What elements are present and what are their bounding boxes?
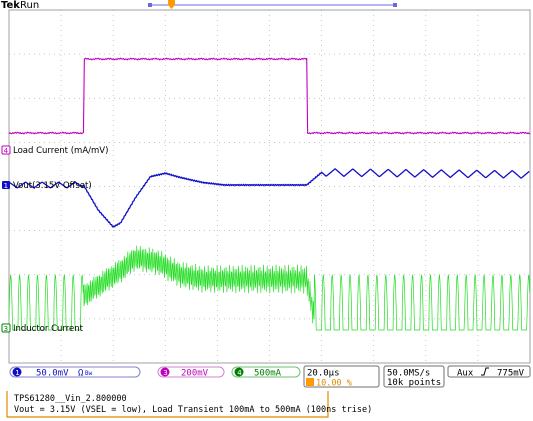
sample-rate: 50.0MS/s [387, 369, 430, 379]
horizontal-scale: 20.0µs [307, 369, 340, 379]
acquisition-state: Run [20, 0, 39, 11]
oscilloscope-display: Tek Run T 4 Load Current (mA/mV) 1 Vout(… [1, 0, 531, 418]
note-line-1: TPS61280__Vin_2.800000 [14, 394, 127, 404]
ch3-label-group: 4 Load Current (mA/mV) [1, 145, 108, 156]
record-view-left-bracket [148, 3, 152, 7]
record-view-right-bracket [393, 3, 397, 7]
ch3-marker-number: 4 [4, 147, 9, 155]
ch3-readout: 3 200mV [157, 366, 225, 379]
vout-label: Vout(3.15V Offset) [13, 181, 92, 191]
note-box: TPS61280__Vin_2.800000 Vout = 3.15V (VSE… [6, 391, 372, 418]
ch1-coupling-symbol: Ω [78, 369, 84, 379]
acquisition-readout: 50.0MS/s 10k points [383, 365, 445, 388]
timebase-readout: 20.0µs 10.00 % [303, 365, 380, 389]
load-current-label: Load Current (mA/mV) [13, 146, 108, 156]
ch3-scale: 200mV [181, 369, 209, 379]
ch1-readout-number: 1 [15, 369, 19, 377]
ch4-scale: 500mA [254, 369, 282, 379]
ch1-scale: 50.0mV [36, 369, 69, 379]
trigger-source: Aux [457, 369, 474, 379]
trigger-position-icon [306, 378, 314, 386]
ch1-readout: 1 50.0mV Ω Bw [9, 366, 141, 379]
trigger-position-marker [168, 0, 175, 9]
ch1-readout-box [9, 366, 141, 378]
ch1-label-group: 1 Vout(3.15V Offset) [2, 181, 92, 191]
brand-label: Tek [1, 0, 20, 11]
note-line-2: Vout = 3.15V (VSEL = low), Load Transien… [14, 405, 372, 415]
ch4-readout: 4 500mA [231, 366, 301, 379]
ch4-label-group: 3 Inductor Current [1, 323, 84, 334]
record-length: 10k points [387, 378, 441, 388]
ch1-bandwidth-symbol: Bw [85, 370, 93, 377]
ch1-marker-number: 1 [4, 182, 8, 190]
ch4-readout-number: 4 [237, 369, 242, 377]
ch4-marker-number: 3 [4, 325, 8, 333]
trigger-level: 775mV [497, 369, 525, 379]
trigger-readout: Aux 775mV [447, 365, 531, 379]
inductor-current-label: Inductor Current [13, 324, 84, 334]
ch3-readout-number: 3 [163, 369, 167, 377]
trigger-position: 10.00 % [316, 379, 352, 389]
